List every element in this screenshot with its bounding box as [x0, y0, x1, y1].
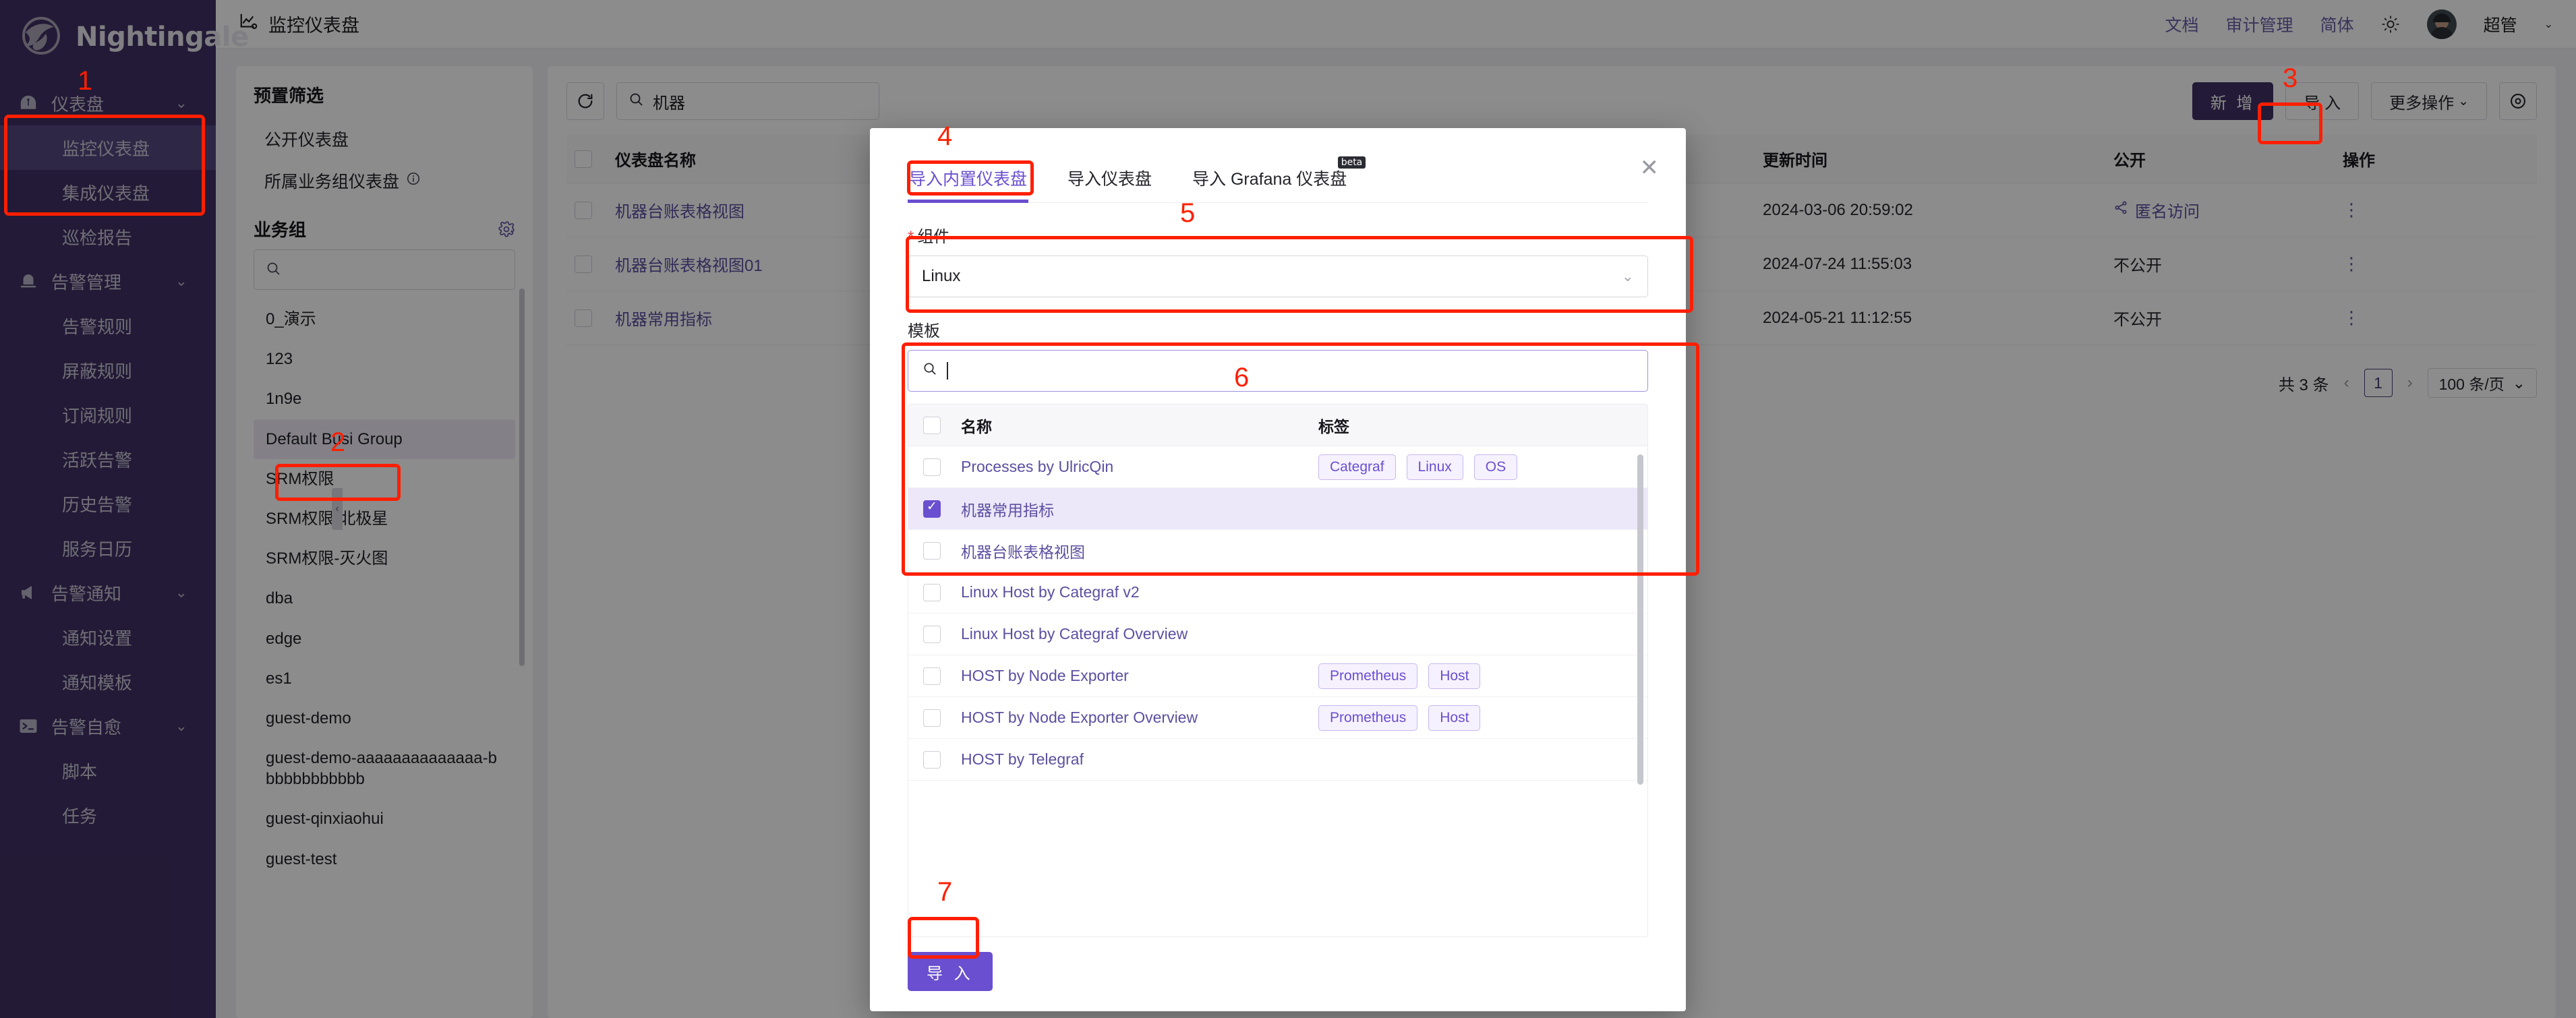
required-star: * [908, 228, 914, 246]
template-row[interactable]: HOST by Node Exporter Prometheus Host [908, 655, 1647, 697]
template-row-checkbox-cell [923, 709, 961, 727]
template-row-name: Linux Host by Categraf Overview [961, 625, 1188, 642]
template-row-checkbox[interactable] [923, 667, 941, 686]
template-row-checkbox-cell [923, 750, 961, 769]
template-select-all-cell [923, 416, 961, 435]
template-row-checkbox-cell [923, 541, 961, 560]
component-select-value: Linux [922, 267, 961, 285]
template-row-name: 机器台账表格视图 [961, 543, 1085, 561]
template-row-name: HOST by Node Exporter [961, 667, 1129, 684]
template-row-checkbox-cell [923, 458, 961, 477]
template-row[interactable]: 机器台账表格视图 [908, 530, 1647, 572]
template-row-name: 机器常用指标 [961, 501, 1054, 519]
text-caret [947, 362, 948, 380]
tag: Linux [1406, 454, 1463, 480]
chevron-down-icon: ⌄ [1621, 268, 1634, 285]
template-select-all-checkbox[interactable] [923, 417, 941, 435]
template-row[interactable]: HOST by Node Exporter Overview Prometheu… [908, 697, 1647, 739]
template-row-selected[interactable]: 机器常用指标 [908, 488, 1647, 530]
template-row-name: HOST by Node Exporter Overview [961, 709, 1198, 726]
template-row-tags: Categraf Linux OS [1318, 454, 1633, 480]
template-row-checkbox[interactable] [923, 709, 941, 727]
modal-import-button[interactable]: 导 入 [908, 952, 993, 991]
template-row-checkbox[interactable] [923, 584, 941, 602]
template-column-name: 名称 [961, 417, 992, 436]
component-label-text: 组件 [917, 228, 950, 246]
tab-label: 导入 Grafana 仪表盘 [1192, 170, 1347, 189]
template-row-checkbox[interactable] [923, 751, 941, 769]
tag: Host [1428, 663, 1481, 689]
template-row[interactable]: Processes by UlricQin Categraf Linux OS [908, 446, 1647, 488]
tab-import-builtin-dashboard[interactable]: 导入内置仪表盘 [908, 159, 1029, 203]
template-row[interactable]: Linux Host by Categraf v2 [908, 572, 1647, 613]
template-row-checkbox[interactable] [923, 499, 941, 518]
close-icon[interactable]: ✕ [1640, 156, 1660, 179]
template-row-checkbox-cell [923, 625, 961, 644]
template-column-tags: 标签 [1318, 417, 1349, 436]
template-row-tags: Prometheus Host [1318, 663, 1633, 689]
template-row[interactable]: HOST by Telegraf [908, 739, 1647, 781]
template-search-input[interactable] [908, 350, 1648, 392]
tag: Prometheus [1318, 663, 1418, 689]
template-row-checkbox[interactable] [923, 542, 941, 560]
template-row-checkbox-cell [923, 499, 961, 518]
template-row-tags: Prometheus Host [1318, 705, 1633, 731]
tab-import-grafana-dashboard[interactable]: 导入 Grafana 仪表盘 beta [1191, 156, 1366, 202]
beta-badge: beta [1337, 156, 1366, 169]
tag: Host [1428, 705, 1481, 731]
template-list-header: 名称 标签 [908, 405, 1647, 446]
template-row-name: HOST by Telegraf [961, 750, 1084, 768]
template-row-name: Processes by UlricQin [961, 458, 1114, 475]
template-list-scrollbar[interactable] [1637, 454, 1643, 785]
search-icon [922, 361, 937, 381]
component-field-label: * 组件 [908, 223, 1648, 247]
template-row-checkbox[interactable] [923, 626, 941, 644]
template-row-checkbox-cell [923, 667, 961, 686]
tab-import-dashboard[interactable]: 导入仪表盘 [1066, 159, 1153, 202]
template-field-label: 模板 [908, 322, 940, 340]
component-select[interactable]: Linux ⌄ [908, 256, 1648, 297]
import-dashboard-modal: ✕ 导入内置仪表盘 导入仪表盘 导入 Grafana 仪表盘 beta * 组件 … [870, 128, 1686, 1011]
template-row-checkbox[interactable] [923, 458, 941, 477]
tag: OS [1473, 454, 1518, 480]
modal-tabs: 导入内置仪表盘 导入仪表盘 导入 Grafana 仪表盘 beta [908, 156, 1648, 203]
template-row-checkbox-cell [923, 583, 961, 602]
tab-label: 导入内置仪表盘 [909, 170, 1028, 189]
tag: Categraf [1318, 454, 1396, 480]
modal-footer: 导 入 [908, 937, 1648, 1011]
tag: Prometheus [1318, 705, 1418, 731]
template-list: 名称 标签 Processes by UlricQin Categraf Lin… [908, 404, 1648, 937]
template-row-name: Linux Host by Categraf v2 [961, 583, 1140, 601]
tab-label: 导入仪表盘 [1067, 170, 1152, 189]
template-row[interactable]: Linux Host by Categraf Overview [908, 613, 1647, 655]
